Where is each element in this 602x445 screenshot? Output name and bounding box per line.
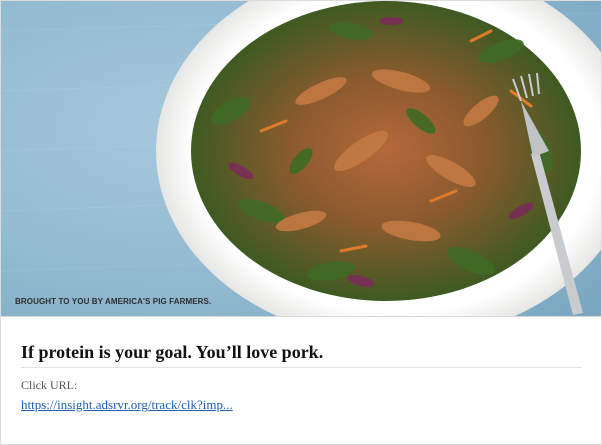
ad-image[interactable]: BROUGHT TO YOU BY AMERICA'S PIG FARMERS. (1, 1, 601, 317)
ad-body: If protein is your goal. You’ll love por… (21, 317, 582, 414)
click-url-label: Click URL: (21, 378, 78, 392)
ad-headline[interactable]: If protein is your goal. You’ll love por… (21, 342, 582, 368)
click-url-link[interactable]: https://insight.adsrvr.org/track/clk?imp… (21, 397, 233, 413)
sponsor-caption: BROUGHT TO YOU BY AMERICA'S PIG FARMERS. (15, 297, 212, 306)
ad-card[interactable]: BROUGHT TO YOU BY AMERICA'S PIG FARMERS.… (0, 0, 602, 445)
salad-photo (1, 1, 601, 316)
